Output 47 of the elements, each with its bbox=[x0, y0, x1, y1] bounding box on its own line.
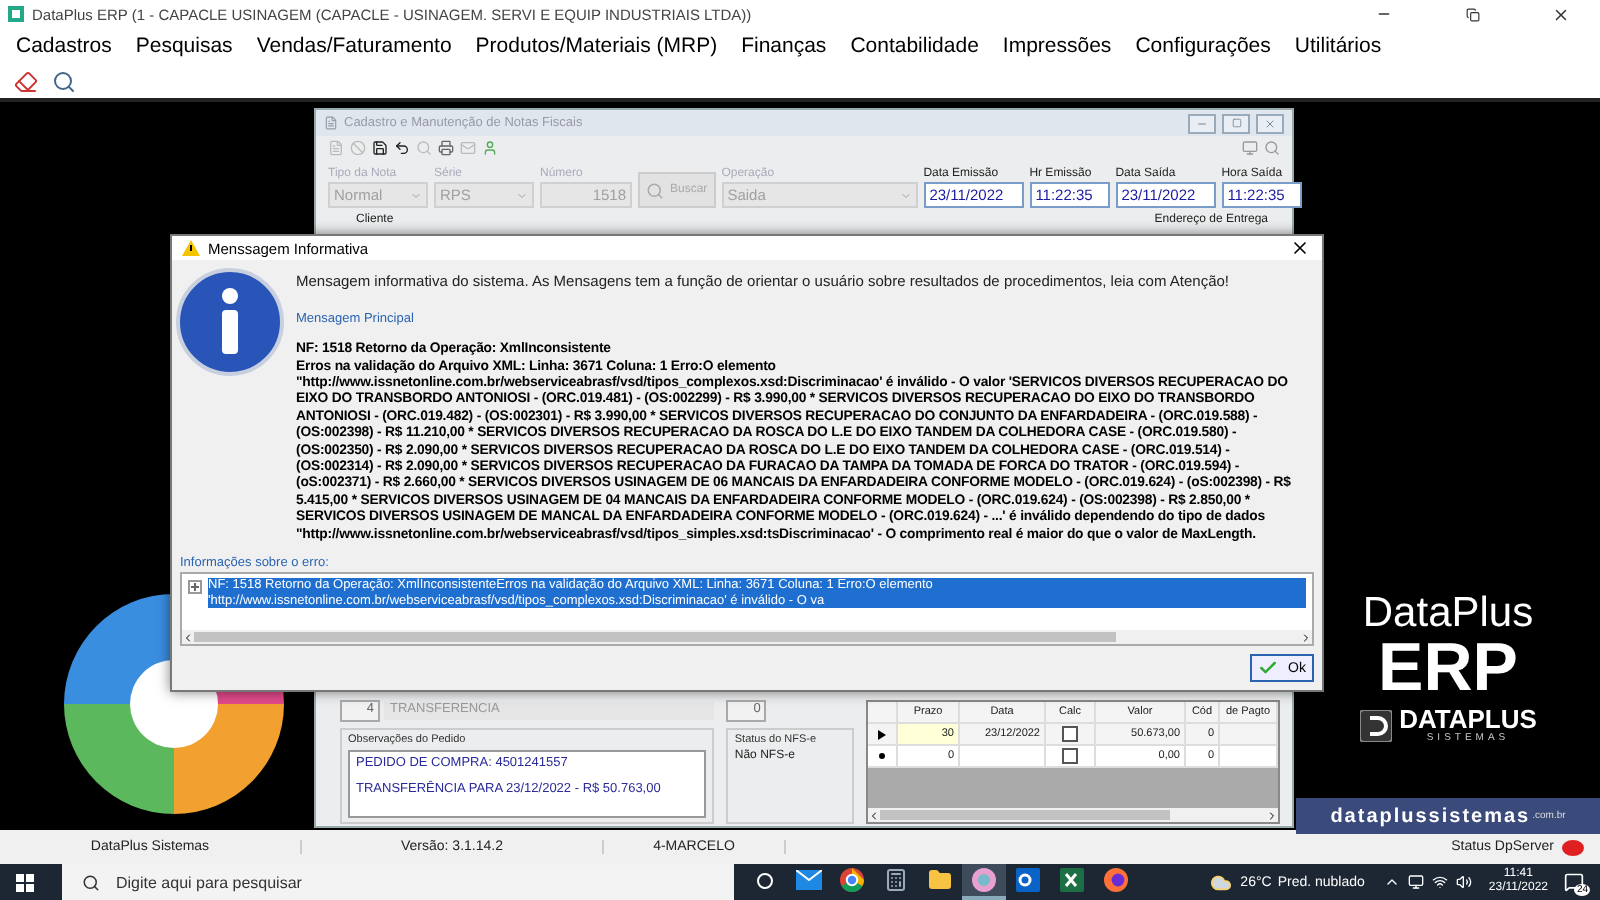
menu-item[interactable]: Utilitários bbox=[1294, 34, 1382, 58]
search-icon[interactable] bbox=[50, 67, 78, 95]
website-text: dataplussistemas bbox=[1330, 805, 1531, 827]
scroll-left-icon[interactable] bbox=[868, 809, 880, 821]
menu-item[interactable]: Vendas/Faturamento bbox=[256, 34, 452, 58]
firefox-icon bbox=[1104, 868, 1128, 892]
search-icon bbox=[82, 873, 100, 891]
scroll-right-icon[interactable] bbox=[1300, 631, 1312, 643]
check-icon bbox=[1258, 658, 1278, 678]
mail-icon bbox=[795, 870, 821, 890]
volume-icon[interactable] bbox=[1456, 874, 1473, 890]
app-logo-icon bbox=[8, 6, 24, 22]
company-name: DATAPLUS bbox=[1399, 706, 1537, 732]
browser-icon bbox=[840, 868, 864, 892]
scroll-left-icon[interactable] bbox=[182, 631, 194, 643]
menu-item[interactable]: Impressões bbox=[1002, 34, 1112, 58]
menu-item[interactable]: Cadastros bbox=[16, 34, 112, 58]
network-icon[interactable] bbox=[1432, 874, 1449, 890]
menu-item[interactable]: Pesquisas bbox=[135, 34, 233, 58]
weather-icon bbox=[1210, 871, 1233, 893]
spreadsheet-icon bbox=[1060, 868, 1084, 892]
notification-icon[interactable] bbox=[1564, 872, 1584, 892]
checkbox[interactable] bbox=[1062, 726, 1078, 742]
product-name: ERP bbox=[1378, 638, 1518, 698]
brand-name: DataPlus bbox=[1362, 590, 1534, 638]
search-icon bbox=[646, 181, 664, 199]
warning-icon bbox=[182, 240, 200, 257]
expand-icon[interactable] bbox=[188, 580, 202, 595]
printer-icon[interactable] bbox=[438, 140, 454, 156]
save-icon[interactable] bbox=[372, 140, 388, 156]
tray-expand-icon[interactable] bbox=[1384, 874, 1401, 890]
calculator-icon bbox=[884, 868, 908, 892]
checkbox[interactable] bbox=[1062, 748, 1078, 764]
brand-logo-icon bbox=[1359, 709, 1392, 741]
info-icon bbox=[176, 268, 284, 377]
menu-item[interactable]: Contabilidade bbox=[850, 34, 979, 58]
undo-icon[interactable] bbox=[394, 140, 410, 156]
taskbar-search-field[interactable]: Digite aqui para pesquisar bbox=[62, 864, 734, 900]
folder-icon bbox=[928, 868, 952, 892]
menu-item[interactable]: Produtos/Materiais (MRP) bbox=[475, 34, 718, 58]
device-icon[interactable] bbox=[1408, 874, 1425, 890]
scroll-right-icon[interactable] bbox=[1266, 809, 1278, 821]
close-icon[interactable] bbox=[1290, 238, 1310, 259]
form-icon bbox=[324, 116, 338, 130]
menu-item[interactable]: Finanças bbox=[741, 34, 827, 58]
windows-start-icon[interactable] bbox=[16, 873, 34, 891]
menu-item[interactable]: Configurações bbox=[1135, 34, 1271, 58]
